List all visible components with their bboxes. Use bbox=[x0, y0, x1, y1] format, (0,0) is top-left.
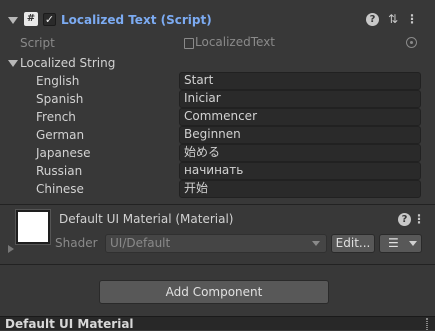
more-options-icon[interactable]: ⋮ bbox=[405, 11, 419, 27]
material-help-icon[interactable]: ? bbox=[398, 213, 411, 226]
lang-label-chinese: Chinese bbox=[36, 182, 84, 196]
list-icon: ☰ bbox=[388, 236, 399, 250]
help-icon[interactable]: ? bbox=[366, 13, 379, 26]
shader-value: UI/Default bbox=[110, 236, 171, 250]
component-title: Localized Text (Script) bbox=[61, 13, 212, 27]
value-field-russian[interactable]: начинать bbox=[179, 162, 421, 180]
script-object-field[interactable]: LocalizedText bbox=[179, 35, 424, 52]
material-separator bbox=[0, 264, 435, 265]
script-asset-icon bbox=[184, 38, 194, 49]
lang-label-german: German bbox=[36, 128, 85, 142]
resize-handle-icon[interactable] bbox=[426, 318, 428, 330]
material-foldout-icon[interactable] bbox=[8, 245, 14, 253]
component-enabled-checkbox[interactable]: ✓ bbox=[43, 13, 56, 26]
value-field-spanish[interactable]: Iniciar bbox=[179, 90, 421, 108]
value-field-french[interactable]: Commencer bbox=[179, 108, 421, 126]
lang-label-english: English bbox=[36, 74, 80, 88]
lang-label-spanish: Spanish bbox=[36, 92, 84, 106]
material-preview-thumbnail bbox=[15, 209, 51, 245]
script-value: LocalizedText bbox=[195, 35, 276, 49]
foldout-arrow-icon[interactable] bbox=[8, 17, 18, 24]
object-picker-icon[interactable] bbox=[406, 37, 417, 48]
value-field-english[interactable]: Start bbox=[179, 72, 421, 90]
material-more-options-icon[interactable]: ⋮ bbox=[412, 211, 426, 227]
preview-bar-label: Default UI Material bbox=[5, 317, 134, 331]
preview-bar[interactable]: Default UI Material bbox=[0, 316, 435, 330]
value-field-japanese[interactable]: 始める bbox=[179, 144, 421, 162]
value-field-chinese[interactable]: 开始 bbox=[179, 180, 421, 198]
lang-label-russian: Russian bbox=[36, 164, 83, 178]
shader-edit-button[interactable]: Edit... bbox=[331, 234, 375, 253]
shader-options-arrow-icon bbox=[409, 241, 417, 246]
value-field-german[interactable]: Beginnen bbox=[179, 126, 421, 144]
localized-string-foldout-icon[interactable] bbox=[8, 60, 18, 67]
shader-dropdown[interactable]: UI/Default bbox=[105, 234, 327, 253]
script-icon: # bbox=[24, 12, 38, 26]
add-component-button[interactable]: Add Component bbox=[99, 280, 329, 304]
lang-label-japanese: Japanese bbox=[36, 146, 91, 160]
shader-dropdown-arrow-icon bbox=[312, 241, 320, 246]
shader-label: Shader bbox=[55, 236, 98, 250]
script-label: Script bbox=[20, 36, 55, 50]
presets-icon[interactable]: ⇅ bbox=[386, 11, 400, 27]
localized-string-label: Localized String bbox=[20, 56, 116, 70]
material-title: Default UI Material (Material) bbox=[59, 212, 234, 226]
lang-label-french: French bbox=[36, 110, 76, 124]
component-separator bbox=[0, 204, 435, 205]
